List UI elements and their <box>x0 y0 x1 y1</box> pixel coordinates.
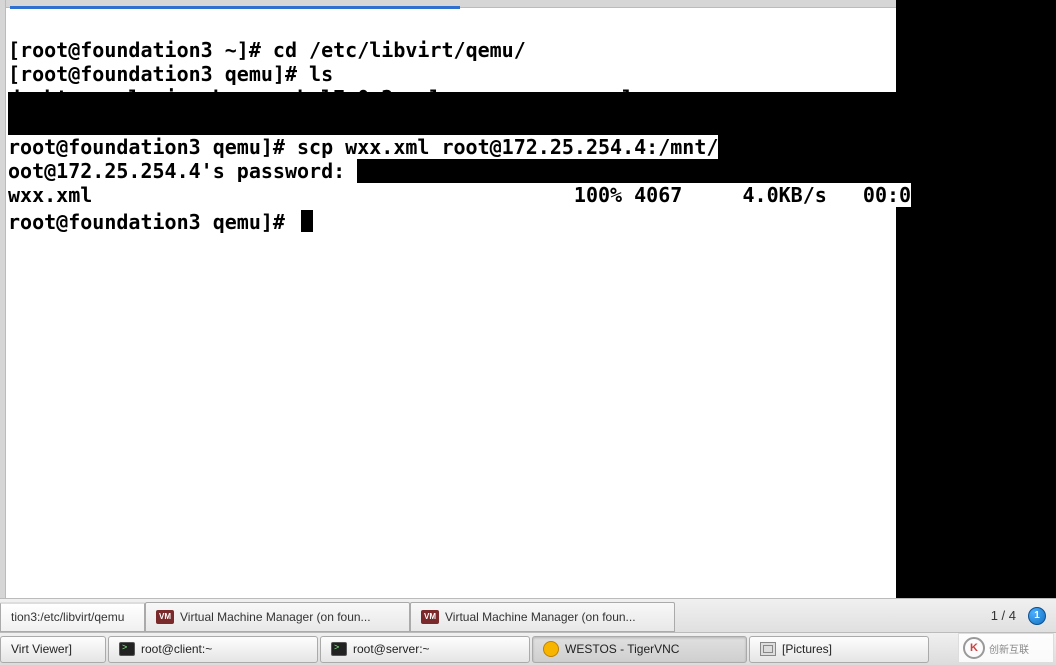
tab-label: tion3:/etc/libvirt/qemu <box>11 610 124 624</box>
prompt: [root@foundation3 ~]# <box>8 38 273 62</box>
inner-tab-vmm1[interactable]: VM Virtual Machine Manager (on foun... <box>145 602 410 632</box>
scp-progress: wxx.xml 100% 4067 4.0KB/s 00:0 <box>8 183 911 207</box>
window-left-border <box>0 0 6 600</box>
prompt: root@foundation3 qemu]# <box>8 210 297 234</box>
inner-tab-terminal[interactable]: tion3:/etc/libvirt/qemu <box>0 602 145 632</box>
vmm-icon: VM <box>421 610 439 624</box>
task-virt-viewer[interactable]: Virt Viewer] <box>0 636 106 663</box>
tab-label: Virtual Machine Manager (on foun... <box>180 610 371 624</box>
task-label: WESTOS - TigerVNC <box>565 642 679 656</box>
folder-icon <box>760 642 776 656</box>
inner-tab-bar: tion3:/etc/libvirt/qemu VM Virtual Machi… <box>0 598 1056 632</box>
password-prompt: oot@172.25.254.4's password: <box>8 159 357 183</box>
task-label: root@server:~ <box>353 642 430 656</box>
tab-active-underline <box>10 6 460 9</box>
cursor <box>301 210 313 232</box>
task-root-client[interactable]: root@client:~ <box>108 636 318 663</box>
terminal-icon <box>331 642 347 656</box>
pager-text: 1 / 4 <box>991 608 1016 623</box>
command: cd /etc/libvirt/qemu/ <box>273 38 526 62</box>
task-label: [Pictures] <box>782 642 832 656</box>
vmm-icon: VM <box>156 610 174 624</box>
right-black-pane <box>896 0 1056 600</box>
taskbar: Virt Viewer] root@client:~ root@server:~… <box>0 632 1056 665</box>
workspace-pager: 1 / 4 1 <box>991 607 1046 625</box>
vnc-icon <box>543 641 559 657</box>
inner-tab-vmm2[interactable]: VM Virtual Machine Manager (on foun... <box>410 602 675 632</box>
prompt: root@foundation3 qemu]# <box>8 135 297 159</box>
obscured-content: root@foundation3 qemu]# scp wxx.xml root… <box>8 111 911 258</box>
terminal-icon <box>119 642 135 656</box>
pager-badge[interactable]: 1 <box>1028 607 1046 625</box>
prompt: [root@foundation3 qemu]# <box>8 62 309 86</box>
task-pictures[interactable]: [Pictures] <box>749 636 929 663</box>
terminal-window[interactable]: [root@foundation3 ~]# cd /etc/libvirt/qe… <box>0 0 896 600</box>
desktop-root: [root@foundation3 ~]# cd /etc/libvirt/qe… <box>0 0 1056 665</box>
task-root-server[interactable]: root@server:~ <box>320 636 530 663</box>
watermark-text: 创新互联 <box>989 641 1029 656</box>
watermark-logo: K <box>963 637 985 659</box>
tab-label: Virtual Machine Manager (on foun... <box>445 610 636 624</box>
command: scp wxx.xml root@172.25.254.4:/mnt/ <box>297 135 718 159</box>
command: ls <box>309 62 333 86</box>
task-westos-vnc[interactable]: WESTOS - TigerVNC <box>532 636 747 663</box>
watermark: K 创新互联 <box>958 633 1054 663</box>
task-label: root@client:~ <box>141 642 212 656</box>
task-label: Virt Viewer] <box>11 642 72 656</box>
